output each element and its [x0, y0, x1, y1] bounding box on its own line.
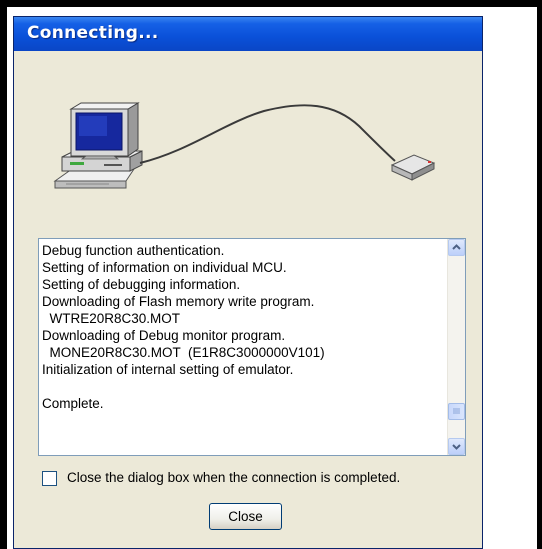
- chevron-up-icon: [452, 244, 461, 250]
- close-button[interactable]: Close: [209, 503, 282, 530]
- log-line: Initialization of internal setting of em…: [42, 362, 294, 377]
- log-scrollbar[interactable]: [447, 239, 465, 455]
- outer-frame-right: [537, 0, 542, 549]
- close-on-complete-checkbox[interactable]: [42, 471, 57, 486]
- log-line: MONE20R8C30.MOT (E1R8C3000000V101): [42, 345, 325, 360]
- scroll-up-button[interactable]: [448, 239, 465, 256]
- log-line: WTRE20R8C30.MOT: [42, 311, 181, 326]
- outer-frame-left: [0, 0, 7, 549]
- connecting-dialog: Connecting... Debug function authenticat…: [13, 16, 483, 549]
- cable: [139, 104, 396, 164]
- grip-icon: [453, 408, 460, 414]
- computer-icon: [53, 102, 143, 189]
- log-line: Complete.: [42, 396, 104, 411]
- log-line: Setting of information on individual MCU…: [42, 260, 287, 275]
- log-line: Downloading of Debug monitor program.: [42, 328, 286, 343]
- scroll-thumb[interactable]: [448, 403, 465, 420]
- scroll-down-button[interactable]: [448, 438, 465, 455]
- window-title: Connecting...: [27, 23, 159, 43]
- close-on-complete-label[interactable]: Close the dialog box when the connection…: [67, 470, 400, 485]
- connection-log[interactable]: Debug function authentication. Setting o…: [38, 238, 466, 456]
- log-line: Setting of debugging information.: [42, 277, 241, 292]
- title-bar[interactable]: Connecting...: [14, 17, 482, 51]
- log-lines: Debug function authentication. Setting o…: [42, 242, 442, 412]
- chevron-down-icon: [452, 444, 461, 450]
- connection-illustration: [53, 102, 436, 189]
- outer-frame-top: [0, 0, 542, 7]
- log-line: Downloading of Flash memory write progra…: [42, 294, 315, 309]
- emulator-device-icon: [390, 154, 436, 181]
- log-line: Debug function authentication.: [42, 243, 225, 258]
